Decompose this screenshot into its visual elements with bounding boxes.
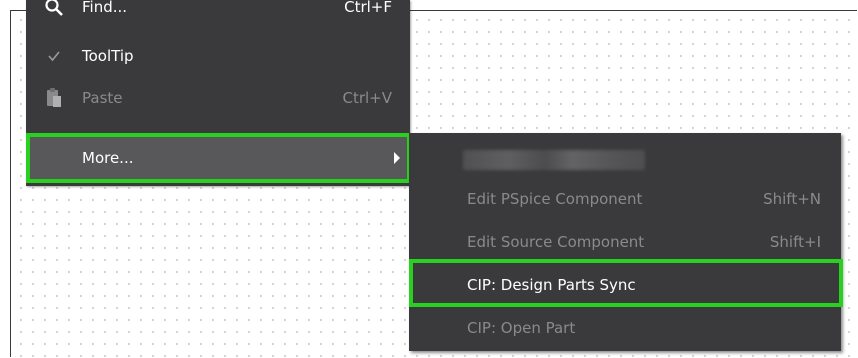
menu-item-find-label: Find... bbox=[82, 0, 128, 16]
magnifier-icon bbox=[44, 0, 64, 18]
menu-item-more-label: More... bbox=[82, 149, 134, 167]
submenu-arrow-icon bbox=[394, 152, 400, 164]
more-submenu: Edit PSpice Component Shift+N Edit Sourc… bbox=[409, 133, 841, 351]
clipboard-icon bbox=[44, 87, 64, 109]
menu-item-find-shortcut: Ctrl+F bbox=[344, 0, 392, 16]
submenu-item-design-parts-sync[interactable]: CIP: Design Parts Sync bbox=[409, 264, 841, 306]
submenu-item-shortcut: Shift+N bbox=[763, 190, 821, 208]
submenu-item-label: Edit Source Component bbox=[467, 233, 645, 251]
menu-item-tooltip[interactable]: ToolTip bbox=[26, 35, 410, 77]
context-menu: Find... Ctrl+F ToolTip Paste Ctrl+V More… bbox=[26, 0, 410, 186]
submenu-item-label: CIP: Design Parts Sync bbox=[467, 276, 636, 294]
redacted-menu-item bbox=[463, 150, 645, 170]
checkmark-icon bbox=[44, 45, 64, 67]
menu-item-paste[interactable]: Paste Ctrl+V bbox=[26, 77, 410, 119]
menu-item-more[interactable]: More... bbox=[26, 137, 410, 179]
menu-item-paste-shortcut: Ctrl+V bbox=[342, 89, 392, 107]
submenu-item-shortcut: Shift+I bbox=[769, 233, 821, 251]
menu-item-paste-label: Paste bbox=[82, 89, 123, 107]
submenu-item-edit-pspice[interactable]: Edit PSpice Component Shift+N bbox=[409, 178, 841, 220]
submenu-item-label: Edit PSpice Component bbox=[467, 190, 643, 208]
menu-item-find[interactable]: Find... Ctrl+F bbox=[26, 0, 410, 28]
submenu-item-open-part[interactable]: CIP: Open Part bbox=[409, 307, 841, 349]
menu-item-tooltip-label: ToolTip bbox=[82, 47, 134, 65]
submenu-item-label: CIP: Open Part bbox=[467, 319, 576, 337]
submenu-item-edit-source[interactable]: Edit Source Component Shift+I bbox=[409, 221, 841, 263]
